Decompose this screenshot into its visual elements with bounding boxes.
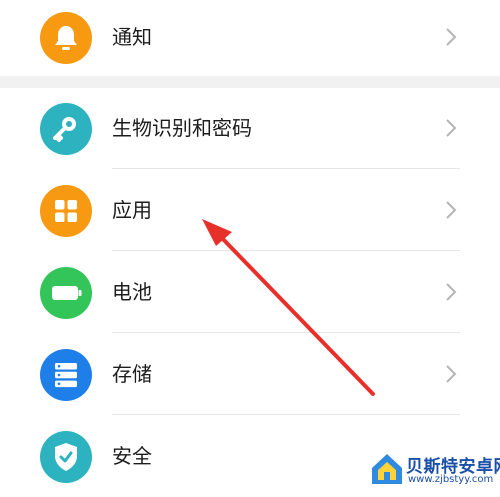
chevron-right-icon [446, 201, 457, 219]
group-separator [0, 76, 500, 88]
settings-item-notifications[interactable]: 通知 [0, 0, 500, 78]
settings-item-apps[interactable]: 应用 [0, 170, 500, 251]
settings-item-label: 安全 [112, 444, 152, 468]
watermark-url: www.zjbstyy.com [408, 474, 494, 485]
settings-item-label: 应用 [112, 198, 152, 222]
key-icon [40, 103, 92, 155]
settings-group-notifications: 通知 [0, 0, 500, 76]
settings-group-main: 生物识别和密码 应用 电池 存储 安全 [0, 88, 500, 491]
row-divider [112, 332, 460, 333]
watermark-logo: 贝斯特安卓网 www.zjbstyy.com [370, 450, 500, 490]
battery-icon [40, 267, 92, 319]
settings-item-label: 存储 [112, 362, 152, 386]
chevron-right-icon [446, 28, 457, 46]
settings-item-storage[interactable]: 存储 [0, 334, 500, 415]
settings-item-biometrics[interactable]: 生物识别和密码 [0, 88, 500, 169]
chevron-right-icon [446, 283, 457, 301]
chevron-right-icon [446, 365, 457, 383]
settings-item-label: 电池 [112, 280, 152, 304]
row-divider [112, 414, 460, 415]
settings-item-battery[interactable]: 电池 [0, 252, 500, 333]
storage-icon [40, 349, 92, 401]
house-logo-icon [372, 454, 402, 484]
grid-apps-icon [40, 185, 92, 237]
row-divider [112, 168, 460, 169]
settings-item-label: 生物识别和密码 [112, 116, 252, 140]
shield-check-icon [40, 431, 92, 483]
bell-icon [40, 12, 92, 64]
settings-item-label: 通知 [112, 25, 152, 49]
row-divider [112, 250, 460, 251]
chevron-right-icon [446, 119, 457, 137]
